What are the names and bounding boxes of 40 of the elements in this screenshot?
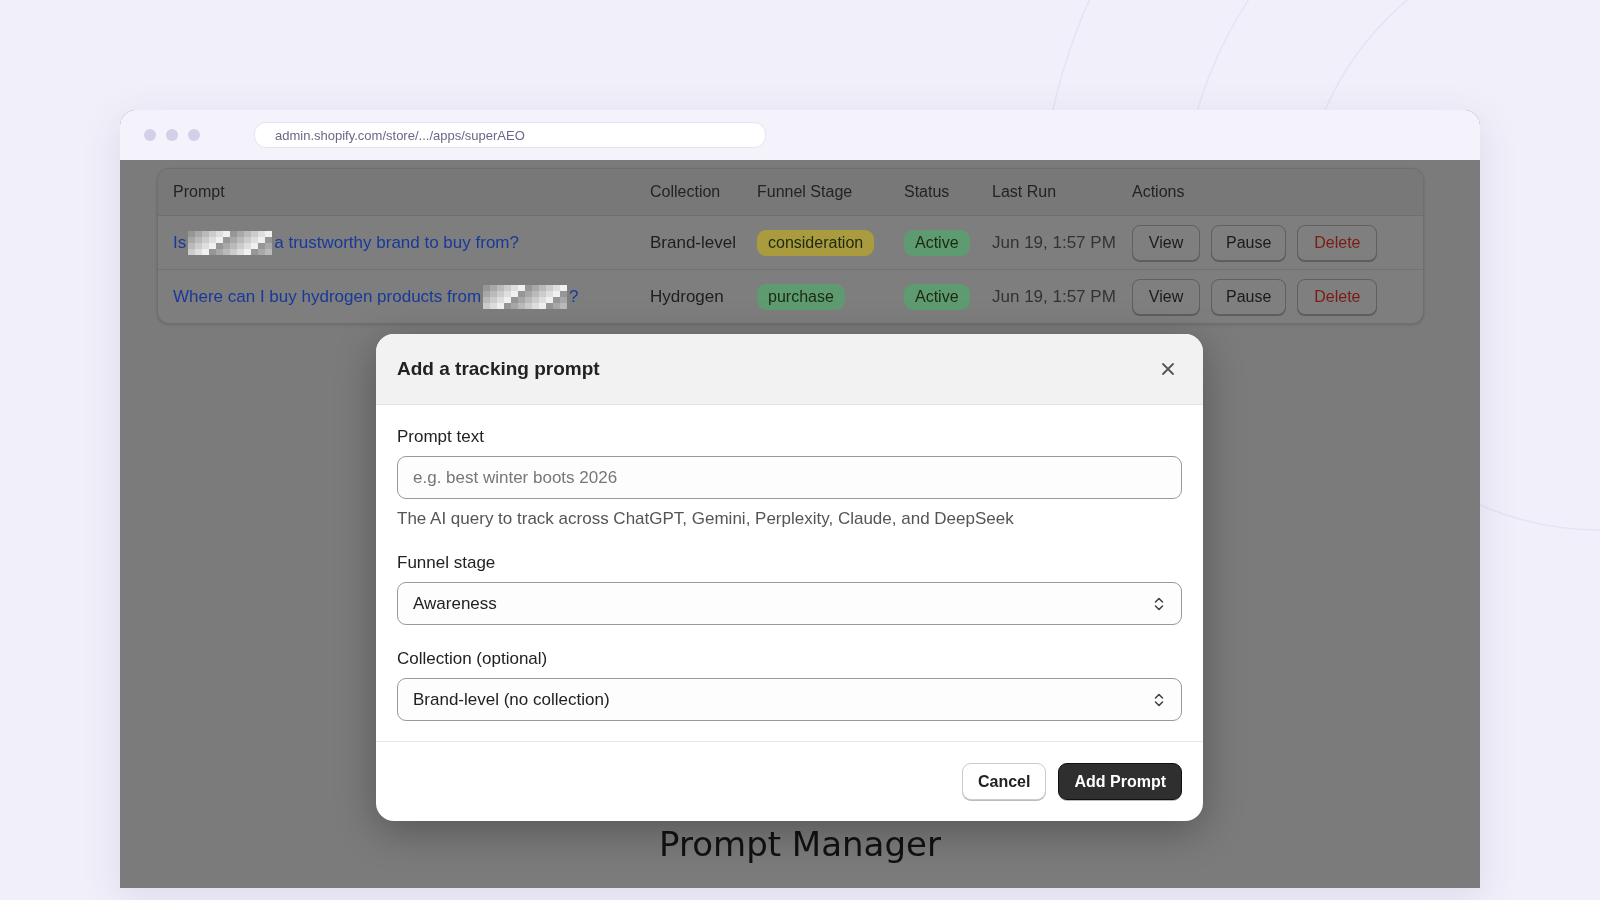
action-button[interactable]: Pause: [1211, 224, 1287, 261]
column-header: Collection: [650, 183, 722, 201]
prompt-link[interactable]: Where can I buy hydrogen products from ?: [173, 284, 650, 309]
chevron-updown-icon: [1154, 595, 1164, 612]
status-badge: Active: [904, 283, 970, 310]
column-header: Funnel Stage: [757, 183, 854, 201]
prompt-input[interactable]: e.g. best winter boots 2026: [397, 456, 1182, 499]
address-bar[interactable]: admin.shopify.com/store/.../apps/superAEO: [254, 122, 766, 148]
column-header: Actions: [1132, 183, 1186, 201]
window-dot-icon[interactable]: [188, 129, 200, 141]
modal-title: Add a tracking prompt: [397, 358, 600, 380]
help-text: The AI query to track across ChatGPT, Gemini, Perplexity, Claude, and DeepSeek: [397, 509, 1015, 529]
action-button[interactable]: Delete: [1297, 278, 1378, 315]
primary-button[interactable]: Add Prompt: [1058, 763, 1182, 800]
field-label: Prompt text: [397, 427, 485, 447]
stage-badge: consideration: [757, 229, 875, 256]
status-badge: Active: [904, 229, 970, 256]
prompt-link[interactable]: Is a trustworthy brand to buy from?: [173, 230, 650, 255]
collection-cell-text: Hydrogen: [650, 286, 725, 307]
action-button[interactable]: Delete: [1297, 224, 1378, 261]
field-label: Funnel stage: [397, 553, 497, 573]
last-run-cell-text: Jun 19, 1:57 PM: [992, 232, 1117, 253]
select-field[interactable]: Brand-level (no collection): [397, 678, 1182, 721]
close-icon[interactable]: [1161, 362, 1175, 376]
column-header: Status: [904, 183, 951, 201]
select-field[interactable]: Awareness: [397, 582, 1182, 625]
window-dot-icon[interactable]: [144, 129, 156, 141]
chevron-updown-icon: [1154, 691, 1164, 708]
action-button[interactable]: View: [1132, 224, 1200, 261]
window-dot-icon[interactable]: [166, 129, 178, 141]
action-button[interactable]: Pause: [1211, 278, 1287, 315]
column-header: Prompt: [173, 183, 226, 201]
column-header: Last Run: [992, 183, 1058, 201]
field-label: Collection (optional): [397, 649, 549, 669]
action-button[interactable]: View: [1132, 278, 1200, 315]
stage-badge: purchase: [757, 283, 845, 310]
last-run-cell-text: Jun 19, 1:57 PM: [992, 286, 1117, 307]
caption-text: Prompt Manager: [658, 824, 942, 864]
collection-cell-text: Brand-level: [650, 232, 737, 253]
secondary-button[interactable]: Cancel: [962, 763, 1047, 800]
